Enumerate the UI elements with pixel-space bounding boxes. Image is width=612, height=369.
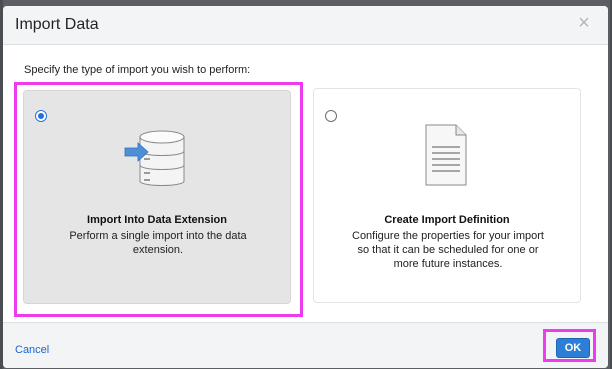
option-title: Create Import Definition — [384, 214, 510, 226]
option-description-line: so that it can be scheduled for one or — [357, 244, 539, 256]
option-create-import-definition[interactable]: Create Import Definition Configure the p… — [313, 88, 581, 303]
option-title: Import Into Data Extension — [87, 214, 227, 226]
option-description-line: extension. — [132, 244, 184, 256]
document-icon — [425, 124, 467, 186]
option-description-line: Configure the properties for your import — [352, 230, 544, 242]
dialog-footer: Cancel OK — [3, 322, 608, 368]
option-description: Perform a single import into the data ex… — [44, 229, 272, 257]
radio-create-import-definition[interactable] — [325, 110, 337, 122]
option-import-into-data-extension[interactable]: Import Into Data Extension Perform a sin… — [23, 90, 291, 304]
option-description-line: Perform a single import into the data — [69, 230, 247, 242]
ok-button[interactable]: OK — [556, 338, 590, 358]
option-description-line: more future instances. — [393, 258, 503, 270]
cancel-button[interactable]: Cancel — [15, 344, 49, 356]
radio-import-into-data-extension[interactable] — [35, 110, 47, 122]
dialog-title: Import Data — [15, 16, 99, 33]
instruction-text: Specify the type of import you wish to p… — [24, 64, 251, 76]
import-data-dialog: Import Data × Specify the type of import… — [3, 6, 608, 368]
close-icon[interactable]: × — [576, 13, 592, 33]
option-description: Configure the properties for your import… — [328, 229, 568, 271]
database-import-icon — [124, 130, 185, 186]
dialog-header: Import Data × — [3, 6, 608, 45]
